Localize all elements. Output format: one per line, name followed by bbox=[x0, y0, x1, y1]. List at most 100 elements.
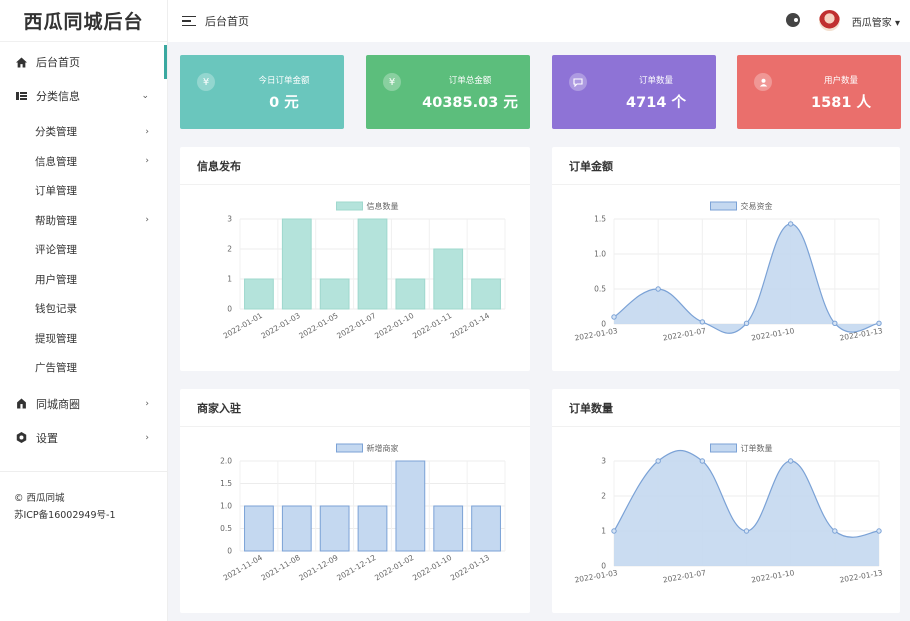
panel-title: 商家入驻 bbox=[180, 389, 530, 427]
bar bbox=[433, 248, 464, 310]
sidebar-item-label: 后台首页 bbox=[36, 56, 80, 69]
panel-order-count: 订单数量 订单数量 0 1 2 3 2022-01-03 2022-01-07 2022-01… bbox=[552, 389, 900, 613]
stat-card-today-amount: ¥ 今日订单金额 0 元 bbox=[180, 55, 344, 129]
y-tick-label: 2.0 bbox=[220, 457, 232, 466]
x-tick-label: 2022-01-07 bbox=[335, 311, 377, 341]
sidebar-subitem-label: 钱包记录 bbox=[35, 303, 77, 316]
sidebar-footer: © 西瓜同城 苏ICP备16002949号-1 bbox=[0, 490, 167, 524]
panel-order-amount: 订单金额 交易资金 0 0.5 1.0 1.5 2022-01-03 2022-01-07 2… bbox=[552, 147, 900, 371]
sidebar-subitem-label: 分类管理 bbox=[35, 126, 77, 139]
x-tick-label: 2022-01-13 bbox=[449, 553, 491, 583]
sidebar-subitem[interactable]: 用户管理 bbox=[0, 265, 167, 295]
y-tick-label: 0.5 bbox=[594, 285, 606, 294]
sidebar-item-category[interactable]: 分类信息 ⌄ bbox=[0, 79, 167, 113]
store-icon bbox=[14, 398, 28, 409]
chart-info-publish: 信息数量01232022-01-012022-01-032022-01-0520… bbox=[222, 201, 506, 341]
sidebar-subitem[interactable]: 订单管理 bbox=[0, 176, 167, 206]
y-tick-label: 3 bbox=[601, 457, 606, 466]
data-point bbox=[743, 320, 750, 327]
sidebar-subitem[interactable]: 评论管理 bbox=[0, 235, 167, 265]
x-tick-label: 2022-01-01 bbox=[222, 311, 264, 341]
panel-merchant: 商家入驻 新增商家 0 0.5 1.0 1.5 2.0 2021-11-04 2021-11-… bbox=[180, 389, 530, 613]
copyright-text: © 西瓜同城 bbox=[14, 492, 65, 504]
chevron-right-icon: › bbox=[145, 432, 149, 443]
x-tick-label: 2021-11-04 bbox=[222, 553, 264, 583]
data-point bbox=[876, 320, 882, 327]
sidebar-item-label: 设置 bbox=[36, 431, 58, 445]
y-tick-label: 0.5 bbox=[220, 524, 232, 533]
stat-label: 订单总金额 bbox=[448, 76, 492, 86]
sidebar-subitem-label: 评论管理 bbox=[35, 244, 77, 257]
chevron-right-icon: › bbox=[145, 398, 149, 409]
bar bbox=[471, 278, 501, 310]
x-tick-label: 2022-01-03 bbox=[574, 326, 619, 342]
bar bbox=[281, 505, 312, 552]
sidebar-divider bbox=[0, 470, 167, 472]
yuan-icon: ¥ bbox=[197, 73, 215, 91]
chart-order-amount: 交易资金00.51.01.52022-01-03 2022-01-07 2022-0… bbox=[574, 201, 884, 343]
bar bbox=[281, 218, 312, 310]
bar bbox=[471, 505, 501, 552]
y-tick-label: 2 bbox=[601, 492, 606, 501]
x-tick-label: 2022-01-07 bbox=[662, 568, 707, 584]
data-point bbox=[832, 320, 838, 327]
sidebar-item-mall[interactable]: 同城商圈 › bbox=[0, 387, 167, 421]
list-icon bbox=[14, 91, 28, 101]
sidebar-item-settings[interactable]: 设置 › bbox=[0, 421, 167, 455]
menu-toggle-icon[interactable] bbox=[182, 15, 196, 27]
x-tick-label: 2022-01-07 bbox=[662, 326, 707, 342]
bar bbox=[433, 505, 464, 552]
bar bbox=[244, 278, 274, 310]
user-icon bbox=[754, 73, 772, 91]
sidebar-subitem-label: 帮助管理 bbox=[35, 214, 77, 227]
data-point bbox=[611, 314, 617, 320]
x-tick-label: 2022-01-05 bbox=[297, 311, 339, 341]
bar bbox=[395, 460, 426, 552]
legend-label: 订单数量 bbox=[741, 443, 773, 453]
legend-label: 信息数量 bbox=[367, 201, 399, 211]
avatar[interactable] bbox=[819, 10, 840, 31]
home-icon bbox=[14, 57, 28, 68]
x-tick-label: 2022-01-03 bbox=[260, 311, 302, 341]
user-menu[interactable]: 西瓜管家 ▾ bbox=[852, 14, 900, 29]
y-tick-label: 2 bbox=[227, 245, 232, 254]
x-tick-label: 2022-01-14 bbox=[449, 311, 491, 341]
x-tick-label: 2022-01-10 bbox=[751, 568, 796, 584]
stat-card-order-count: 订单数量 4714 个 bbox=[552, 55, 716, 129]
stat-label: 订单数量 bbox=[638, 76, 673, 86]
legend-swatch bbox=[710, 443, 737, 453]
data-point bbox=[655, 458, 661, 464]
legend-label: 新增商家 bbox=[367, 443, 399, 453]
data-point bbox=[787, 221, 794, 227]
chevron-down-icon: ⌄ bbox=[141, 91, 149, 101]
stat-value: 0 元 bbox=[269, 95, 299, 111]
y-tick-label: 3 bbox=[227, 215, 232, 224]
chart-order-count: 订单数量01232022-01-03 2022-01-07 2022-01-10 20… bbox=[574, 443, 884, 585]
panel-title: 订单数量 bbox=[552, 389, 900, 427]
sidebar-subitem[interactable]: 广告管理 bbox=[0, 353, 167, 383]
sidebar-subitem[interactable]: 信息管理 › bbox=[0, 147, 167, 177]
bar bbox=[244, 505, 274, 552]
sidebar: 西瓜同城后台 后台首页 分类信息 ⌄ 分类管理 › 信息管理 › 订单管理 帮助管理 › 评论… bbox=[0, 0, 168, 621]
sidebar-item-home[interactable]: 后台首页 bbox=[0, 45, 167, 79]
legend-swatch bbox=[336, 443, 363, 453]
sidebar-subitem[interactable]: 帮助管理 › bbox=[0, 206, 167, 236]
sidebar-subitem[interactable]: 提现管理 bbox=[0, 324, 167, 354]
sidebar-subitem[interactable]: 分类管理 › bbox=[0, 117, 167, 147]
y-tick-label: 0 bbox=[227, 305, 232, 314]
sidebar-submenu: 分类管理 › 信息管理 › 订单管理 帮助管理 › 评论管理 用户管理 钱包记录 提现管理 广告管理 bbox=[0, 113, 167, 383]
bar bbox=[319, 505, 350, 552]
y-tick-label: 1.5 bbox=[220, 479, 232, 488]
chevron-right-icon: › bbox=[145, 156, 149, 167]
data-point bbox=[699, 319, 706, 325]
legend-swatch bbox=[336, 201, 363, 211]
palette-icon[interactable] bbox=[786, 13, 800, 27]
stat-value: 40385.03 元 bbox=[422, 95, 518, 111]
x-tick-label: 2022-01-03 bbox=[574, 568, 619, 584]
sidebar-subitem[interactable]: 钱包记录 bbox=[0, 294, 167, 324]
x-tick-label: 2022-01-10 bbox=[411, 553, 453, 583]
stat-label: 今日订单金额 bbox=[258, 76, 310, 86]
icp-link[interactable]: 苏ICP备16002949号-1 bbox=[14, 507, 167, 524]
sidebar-subitem-label: 订单管理 bbox=[35, 185, 77, 198]
bar bbox=[357, 505, 388, 552]
